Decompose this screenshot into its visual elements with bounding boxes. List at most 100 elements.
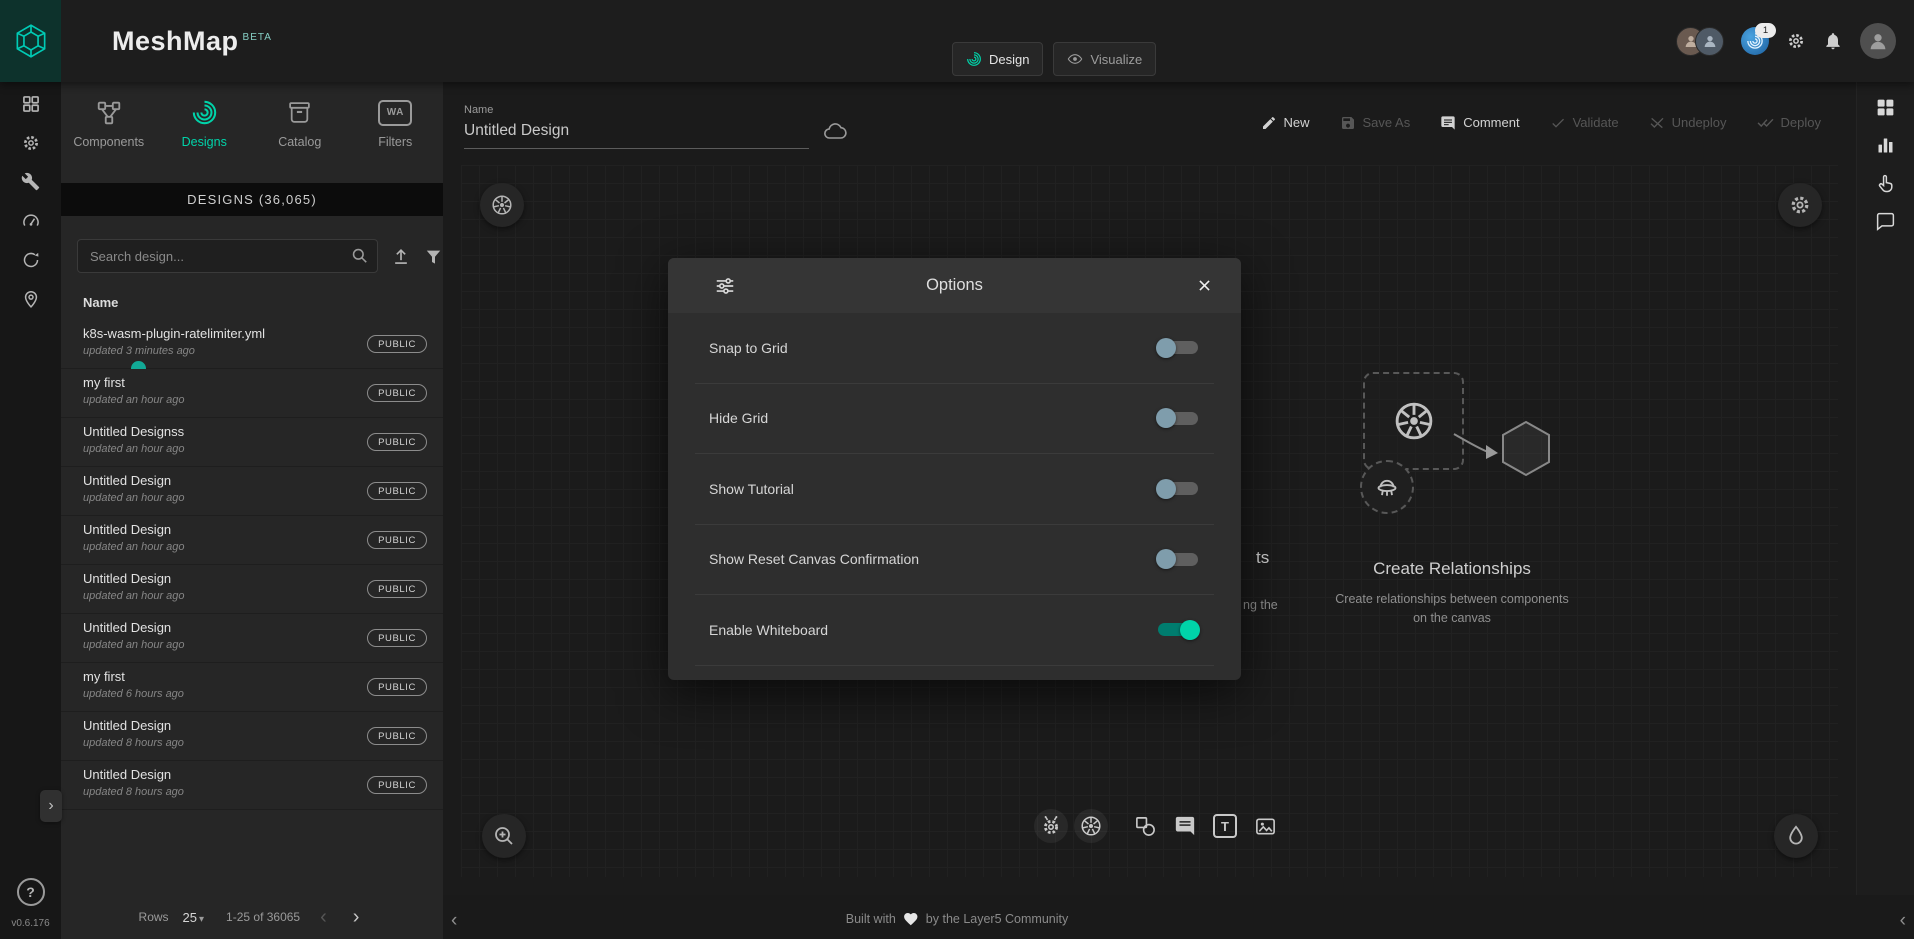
extensions-sync-icon[interactable] [11,240,51,279]
filter-funnel-button[interactable] [424,247,443,266]
meshery-session-button[interactable]: 1 [1741,27,1769,55]
design-info: Untitled Design updated an hour ago [83,571,185,602]
design-list-item[interactable]: Untitled Design updated an hour ago PUBL… [61,565,443,614]
close-icon[interactable] [1196,277,1213,294]
design-list-item[interactable]: Untitled Design updated 8 hours ago PUBL… [61,712,443,761]
user-avatar[interactable] [1860,23,1896,59]
tab-components[interactable]: Components [61,82,157,165]
option-toggle[interactable] [1156,337,1200,359]
interaction-hand-icon[interactable] [1868,170,1904,196]
kubernetes-quick-action-button[interactable] [480,183,524,227]
mesh-components-tool[interactable] [1034,809,1068,843]
import-design-button[interactable] [391,246,411,266]
design-updated: updated an hour ago [83,492,185,504]
visualize-mode-button[interactable]: Visualize [1053,42,1156,76]
help-button[interactable]: ? [17,878,45,906]
design-list-item[interactable]: my first updated 6 hours ago PUBLIC [61,663,443,712]
design-list-item[interactable]: my first updated an hour ago PUBLIC [61,369,443,418]
collapse-right-chevron[interactable]: ‹ [1900,911,1906,930]
canvas-options-button[interactable] [1778,183,1822,227]
heart-icon [903,911,919,927]
options-modal: Options Snap to Grid Hide Grid [668,258,1241,680]
kubernetes-tool[interactable] [1074,809,1108,843]
option-toggle[interactable] [1156,619,1200,641]
collaborator-avatar[interactable] [1695,27,1724,56]
performance-speedometer-icon[interactable] [11,201,51,240]
configuration-wrench-icon[interactable] [11,162,51,201]
design-list-item[interactable]: Untitled Design updated an hour ago PUBL… [61,516,443,565]
tab-catalog[interactable]: Catalog [252,82,348,165]
explore-pin-icon[interactable] [11,279,51,318]
tab-designs[interactable]: Designs [157,82,253,165]
design-mode-button[interactable]: Design [952,42,1043,76]
media-tool[interactable] [1248,809,1282,843]
design-list-item[interactable]: Untitled Design updated 8 hours ago PUBL… [61,761,443,810]
design-list-item[interactable]: Untitled Design updated an hour ago PUBL… [61,467,443,516]
visibility-badge: PUBLIC [367,531,427,549]
layer5-logo[interactable] [0,0,61,82]
design-list-item[interactable]: Untitled Designss updated an hour ago PU… [61,418,443,467]
designs-panel: Components Designs Catalog [61,82,443,939]
option-toggle[interactable] [1156,478,1200,500]
collapse-left-chevron[interactable]: ‹ [451,911,457,930]
option-row: Hide Grid [695,384,1214,455]
shapes-tool[interactable] [1128,809,1162,843]
visibility-badge: PUBLIC [367,335,427,353]
search-row [61,216,443,273]
undeploy-button[interactable]: Undeploy [1649,115,1727,131]
pagination-bar: Rows 25▾ 1-25 of 36065 ‹ › [61,895,443,939]
dashboard-nav-icon[interactable] [11,84,51,123]
zoom-button[interactable] [482,814,526,858]
search-input[interactable] [77,239,378,273]
tab-filters[interactable]: WA Filters [348,82,444,165]
option-toggle[interactable] [1156,548,1200,570]
author-avatar-peek [131,361,146,369]
whiteboard-pen-button[interactable] [1774,814,1818,858]
pencil-icon [1261,115,1277,131]
option-row: Show Tutorial [695,454,1214,525]
option-toggle[interactable] [1156,407,1200,429]
undeploy-label: Undeploy [1672,115,1727,130]
design-updated: updated 8 hours ago [83,737,184,749]
option-label: Hide Grid [709,410,768,426]
toggle-knob [1156,408,1176,428]
validate-button[interactable]: Validate [1550,115,1619,131]
next-page-chevron[interactable]: › [347,907,366,927]
comments-drawer-icon[interactable] [1868,208,1904,234]
lifecycle-gear-icon[interactable] [11,123,51,162]
comment-button[interactable]: Comment [1440,115,1519,131]
design-list-item[interactable]: Untitled Design updated an hour ago PUBL… [61,614,443,663]
design-info: my first updated 6 hours ago [83,669,184,700]
option-row: Snap to Grid [695,313,1214,384]
deploy-label: Deploy [1781,115,1821,130]
panel-expander-chevron[interactable]: › [40,790,62,822]
toggle-knob [1156,479,1176,499]
design-list-item[interactable]: k8s-wasm-plugin-ratelimiter.yml updated … [61,320,443,369]
settings-button[interactable] [1786,31,1806,51]
tutorial-description: Create relationships between components … [1332,590,1572,628]
name-field-label: Name [464,104,847,116]
notifications-bell-button[interactable] [1823,31,1843,51]
design-name-input[interactable] [464,116,809,149]
undeploy-icon [1649,115,1665,131]
deploy-button[interactable]: Deploy [1757,114,1821,131]
toggle-knob [1156,549,1176,569]
previous-page-chevron[interactable]: ‹ [314,907,333,927]
components-drawer-icon[interactable] [1868,94,1904,120]
dashboard-widgets-icon[interactable] [1868,132,1904,158]
save-icon [1340,115,1356,131]
text-tool[interactable]: T [1208,809,1242,843]
eye-icon [1067,51,1083,67]
design-list: k8s-wasm-plugin-ratelimiter.yml updated … [61,320,443,939]
visibility-badge: PUBLIC [367,727,427,745]
new-button[interactable]: New [1261,115,1310,131]
design-info: Untitled Design updated 8 hours ago [83,718,184,749]
tab-catalog-label: Catalog [278,135,321,149]
design-info: Untitled Design updated an hour ago [83,620,185,651]
rows-per-page-select[interactable]: 25▾ [183,910,205,925]
option-label: Show Tutorial [709,481,794,497]
save-as-button[interactable]: Save As [1340,115,1411,131]
rows-label: Rows [139,910,169,924]
footer-prefix: Built with [846,912,896,926]
comment-tool[interactable] [1168,809,1202,843]
